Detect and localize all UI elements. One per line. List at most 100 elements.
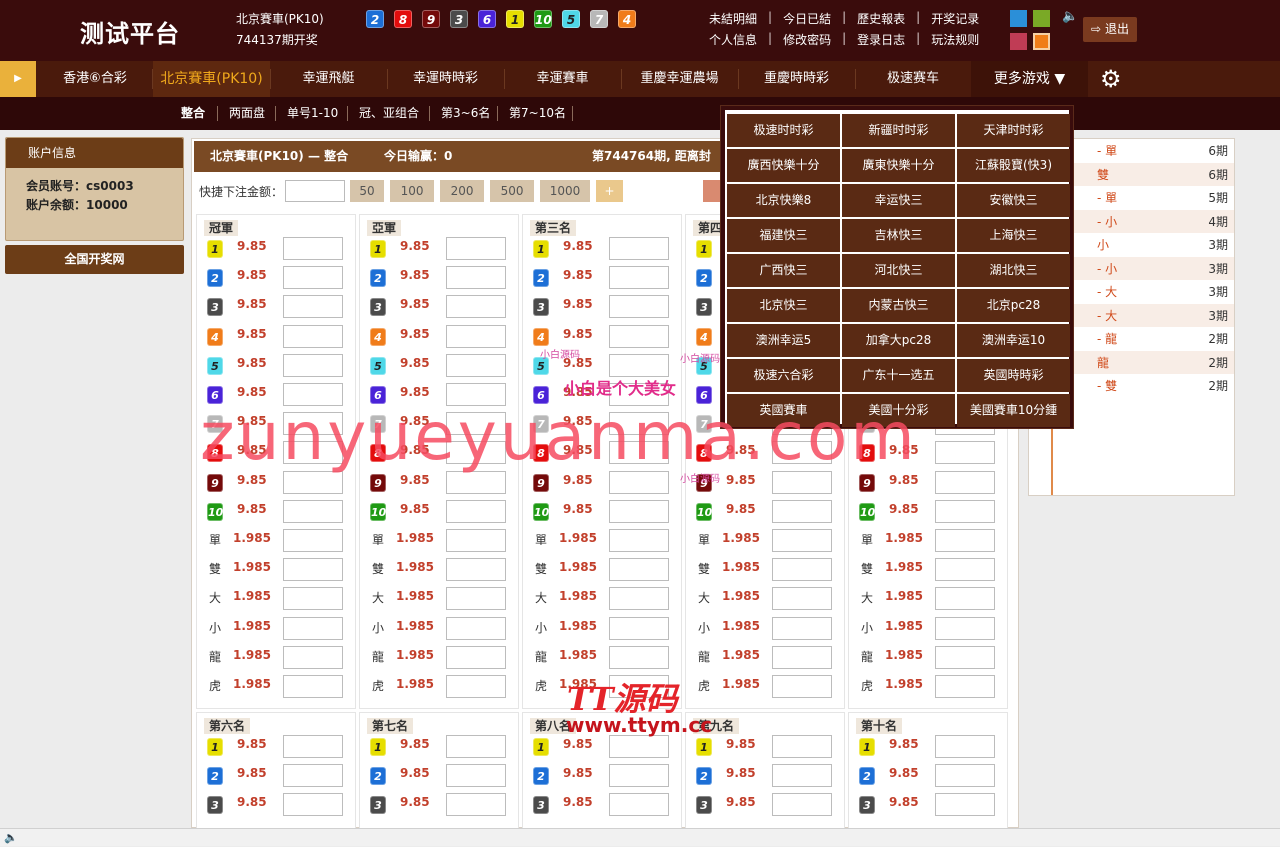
bet-amount-input[interactable] [446,529,506,552]
more-game-item[interactable]: 英國時時彩 [957,359,1070,392]
quick-bet-amount-input[interactable] [285,180,346,202]
more-games-button[interactable]: 更多游戏 ▼ [971,61,1088,97]
bet-amount-input[interactable] [283,793,343,817]
bet-amount-input[interactable] [446,353,506,377]
bet-amount-input[interactable] [609,266,669,290]
link-settled-today[interactable]: 今日已結 [783,10,831,27]
bet-amount-input[interactable] [446,764,506,788]
bet-amount-input[interactable] [446,645,506,669]
bet-amount-input[interactable] [609,324,669,348]
bet-amount-input[interactable] [935,587,995,611]
subtab-7-to-10[interactable]: 第7~10名 [509,97,566,130]
bet-amount-input[interactable] [772,616,832,640]
subtab-all[interactable]: 整合 [181,97,205,130]
bet-amount-input[interactable] [609,558,669,582]
more-game-item[interactable]: 安徽快三 [957,184,1070,217]
theme-swatch-blue[interactable] [1010,10,1027,27]
bet-amount-input[interactable] [772,793,832,817]
theme-swatch-orange[interactable] [1033,33,1050,50]
quick-amount-50[interactable]: 50 [350,180,385,202]
bet-amount-input[interactable] [935,616,995,640]
bet-amount-input[interactable] [283,587,343,611]
more-game-item[interactable]: 湖北快三 [957,254,1070,287]
quick-amount-1000[interactable]: 1000 [540,180,591,202]
more-game-item[interactable]: 河北快三 [842,254,955,287]
theme-swatch-red[interactable] [1010,33,1027,50]
bet-amount-input[interactable] [446,266,506,290]
more-game-item[interactable]: 廣東快樂十分 [842,149,955,182]
link-draw-records[interactable]: 开奖记录 [931,10,979,27]
bet-amount-input[interactable] [283,237,343,260]
subtab-two-sides[interactable]: 两面盘 [229,97,265,130]
tab-cq-farm[interactable]: 重慶幸運農場 [621,61,738,97]
add-amount-button[interactable]: + [596,180,624,202]
bet-amount-input[interactable] [935,529,995,552]
bet-amount-input[interactable] [609,735,669,758]
tab-lucky-racing[interactable]: 幸運賽車 [504,61,621,97]
tab-lucky-airship[interactable]: 幸運飛艇 [270,61,387,97]
more-game-item[interactable]: 澳洲幸运5 [727,324,840,357]
more-game-item[interactable]: 福建快三 [727,219,840,252]
bet-amount-input[interactable] [772,529,832,552]
more-game-item[interactable]: 幸运快三 [842,184,955,217]
theme-swatch-green[interactable] [1033,10,1050,27]
bet-amount-input[interactable] [446,558,506,582]
bet-amount-input[interactable] [446,675,506,698]
logout-button[interactable]: ⇨ 退出 [1083,17,1137,42]
more-game-item[interactable]: 上海快三 [957,219,1070,252]
bet-amount-input[interactable] [283,616,343,640]
subtab-champion-combo[interactable]: 冠、亚组合 [359,97,419,130]
bet-amount-input[interactable] [609,587,669,611]
more-game-item[interactable]: 极速时时彩 [727,114,840,147]
bet-amount-input[interactable] [772,587,832,611]
bet-amount-input[interactable] [772,735,832,758]
more-game-item[interactable]: 北京快三 [727,289,840,322]
quick-amount-500[interactable]: 500 [490,180,535,202]
bet-amount-input[interactable] [283,558,343,582]
bet-amount-input[interactable] [935,470,995,494]
more-game-item[interactable]: 新疆时时彩 [842,114,955,147]
bet-amount-input[interactable] [935,558,995,582]
more-game-item[interactable]: 廣西快樂十分 [727,149,840,182]
subtab-single-number[interactable]: 单号1-10 [287,97,338,130]
bet-amount-input[interactable] [609,237,669,260]
speaker-icon[interactable]: 🔈 [1062,9,1078,24]
more-game-item[interactable]: 极速六合彩 [727,359,840,392]
bet-amount-input[interactable] [609,295,669,319]
tab-lucky-ssc[interactable]: 幸運時時彩 [387,61,504,97]
bet-amount-input[interactable] [609,353,669,377]
subtab-3-to-6[interactable]: 第3~6名 [441,97,490,130]
link-unsettled[interactable]: 未結明細 [709,10,757,27]
bet-amount-input[interactable] [609,616,669,640]
bet-amount-input[interactable] [283,529,343,552]
bet-amount-input[interactable] [283,764,343,788]
bet-amount-input[interactable] [772,675,832,698]
tab-bj-pk10[interactable]: 北京賽車(PK10) [153,61,270,97]
quick-amount-200[interactable]: 200 [440,180,485,202]
more-game-item[interactable]: 广西快三 [727,254,840,287]
bet-amount-input[interactable] [283,499,343,523]
bet-amount-input[interactable] [772,764,832,788]
bet-amount-input[interactable] [935,764,995,788]
tab-cq-ssc[interactable]: 重慶時時彩 [738,61,855,97]
bet-amount-input[interactable] [283,735,343,758]
more-game-item[interactable]: 广东十一选五 [842,359,955,392]
link-personal-info[interactable]: 个人信息 [709,31,757,48]
more-game-item[interactable]: 美國賽車10分鍾 [957,394,1070,427]
link-rules[interactable]: 玩法规则 [931,31,979,48]
bet-amount-input[interactable] [609,499,669,523]
tab-hk-mark-six[interactable]: 香港⑥合彩 [52,61,138,97]
more-game-item[interactable]: 加拿大pc28 [842,324,955,357]
gear-icon[interactable]: ⚙ [1100,65,1122,93]
bet-amount-input[interactable] [283,266,343,290]
bet-amount-input[interactable] [935,793,995,817]
bet-amount-input[interactable] [446,499,506,523]
bet-amount-input[interactable] [609,645,669,669]
more-game-item[interactable]: 北京快樂8 [727,184,840,217]
bet-amount-input[interactable] [283,645,343,669]
bet-amount-input[interactable] [446,735,506,758]
link-login-log[interactable]: 登录日志 [857,31,905,48]
bet-amount-input[interactable] [446,295,506,319]
bet-amount-input[interactable] [935,645,995,669]
bet-amount-input[interactable] [283,353,343,377]
